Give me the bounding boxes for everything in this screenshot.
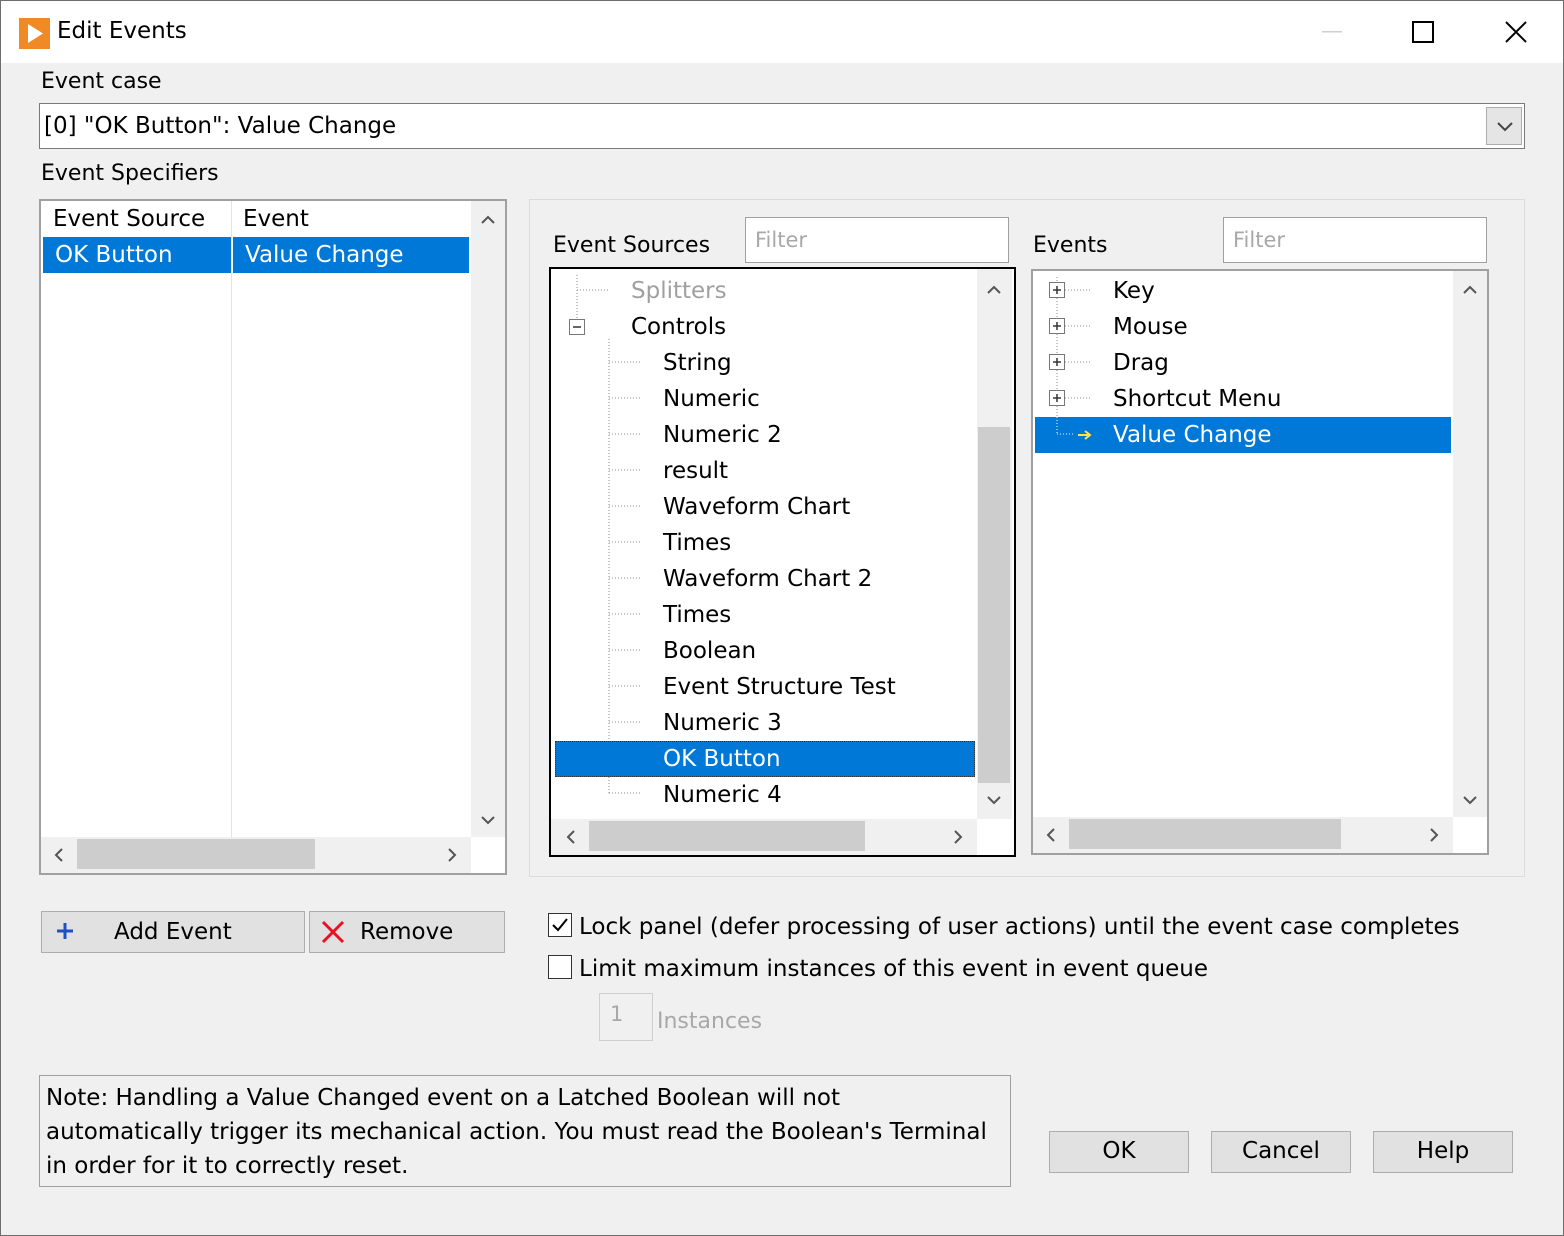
scroll-left-icon bbox=[1046, 828, 1055, 842]
remove-label: Remove bbox=[360, 919, 454, 945]
close-icon bbox=[1505, 21, 1527, 43]
event-sources-label: Event Sources bbox=[553, 233, 711, 258]
expand-icon[interactable] bbox=[1049, 318, 1065, 334]
tree-item-waveform-chart[interactable]: Waveform Chart bbox=[663, 489, 850, 525]
tree-item-event-structure-test[interactable]: Event Structure Test bbox=[663, 669, 896, 705]
specifier-event-cell[interactable]: Value Change bbox=[233, 237, 469, 273]
title-bar: Edit Events bbox=[1, 1, 1563, 63]
scrollbar-thumb[interactable] bbox=[77, 839, 315, 869]
tree-item-times[interactable]: Times bbox=[663, 525, 731, 561]
dropdown-button[interactable] bbox=[1486, 107, 1522, 145]
column-divider bbox=[231, 201, 232, 837]
cancel-button[interactable]: Cancel bbox=[1211, 1131, 1351, 1173]
tree-item-waveform-chart-2[interactable]: Waveform Chart 2 bbox=[663, 561, 872, 597]
event-case-label: Event case bbox=[41, 69, 162, 94]
tree-item-controls[interactable]: Controls bbox=[631, 309, 726, 345]
tree-item-string[interactable]: String bbox=[663, 345, 732, 381]
chevron-down-icon bbox=[1497, 122, 1513, 132]
scroll-down-icon bbox=[987, 796, 1001, 805]
scrollbar-thumb[interactable] bbox=[978, 427, 1010, 783]
scroll-right-icon bbox=[954, 830, 963, 844]
note-line: in order for it to correctly reset. bbox=[46, 1153, 409, 1179]
note-line: Note: Handling a Value Changed event on … bbox=[46, 1085, 840, 1111]
plus-icon bbox=[57, 923, 73, 939]
tree-item-ok-button[interactable]: OK Button bbox=[663, 741, 781, 777]
scroll-right-icon bbox=[448, 848, 457, 862]
arrow-icon bbox=[1078, 430, 1092, 440]
limit-instances-checkbox[interactable] bbox=[548, 955, 572, 979]
add-event-label: Add Event bbox=[114, 919, 232, 945]
remove-button[interactable]: Remove bbox=[309, 911, 505, 953]
event-specifiers-list[interactable]: Event Source Event OK Button Value Chang… bbox=[39, 199, 507, 875]
horizontal-scrollbar[interactable] bbox=[1033, 817, 1453, 853]
vertical-scrollbar[interactable] bbox=[977, 269, 1012, 819]
scroll-up-icon bbox=[1463, 285, 1477, 294]
edit-events-dialog: Edit Events Event case [0] "OK Button": … bbox=[0, 0, 1564, 1236]
scroll-right-icon bbox=[1430, 828, 1439, 842]
horizontal-scrollbar[interactable] bbox=[41, 837, 471, 873]
scroll-left-icon bbox=[54, 848, 63, 862]
event-item-drag[interactable]: Drag bbox=[1113, 345, 1169, 381]
lock-panel-label[interactable]: Lock panel (defer processing of user act… bbox=[579, 912, 1460, 942]
note-box: Note: Handling a Value Changed event on … bbox=[39, 1075, 1011, 1187]
scroll-left-icon bbox=[566, 830, 575, 844]
event-sources-filter[interactable]: Filter bbox=[745, 217, 1009, 263]
labview-run-icon bbox=[19, 18, 50, 49]
scroll-up-icon bbox=[987, 285, 1001, 294]
minimize-button[interactable] bbox=[1285, 1, 1377, 63]
specifier-source-cell[interactable]: OK Button bbox=[43, 237, 231, 273]
tree-item-numeric-4[interactable]: Numeric 4 bbox=[663, 777, 782, 813]
scroll-down-icon bbox=[481, 816, 495, 825]
scroll-down-icon bbox=[1463, 796, 1477, 805]
vertical-scrollbar[interactable] bbox=[1453, 271, 1487, 817]
instances-label: Instances bbox=[657, 1009, 763, 1034]
tree-item-splitters[interactable]: Splitters bbox=[631, 273, 727, 309]
expand-icon[interactable] bbox=[1049, 354, 1065, 370]
scrollbar-thumb[interactable] bbox=[1069, 819, 1341, 849]
add-event-button[interactable]: Add Event bbox=[41, 911, 305, 953]
tree-item-numeric-2[interactable]: Numeric 2 bbox=[663, 417, 782, 453]
column-header-event-source[interactable]: Event Source bbox=[41, 201, 205, 237]
maximize-button[interactable] bbox=[1377, 1, 1469, 63]
close-button[interactable] bbox=[1469, 1, 1561, 63]
vertical-scrollbar[interactable] bbox=[471, 201, 505, 837]
window-title: Edit Events bbox=[57, 18, 187, 44]
event-item-key[interactable]: Key bbox=[1113, 273, 1155, 309]
event-case-select[interactable]: [0] "OK Button": Value Change bbox=[39, 103, 1525, 149]
help-button[interactable]: Help bbox=[1373, 1131, 1513, 1173]
event-specifiers-label: Event Specifiers bbox=[41, 161, 219, 186]
tree-item-times[interactable]: Times bbox=[663, 597, 731, 633]
checkmark-icon bbox=[552, 918, 568, 932]
minimize-icon bbox=[1322, 31, 1342, 33]
lock-panel-checkbox[interactable] bbox=[548, 913, 572, 937]
ok-button[interactable]: OK bbox=[1049, 1131, 1189, 1173]
event-item-shortcut-menu[interactable]: Shortcut Menu bbox=[1113, 381, 1281, 417]
tree-item-numeric-3[interactable]: Numeric 3 bbox=[663, 705, 782, 741]
remove-x-icon bbox=[321, 920, 345, 944]
event-item-value-change[interactable]: Value Change bbox=[1113, 417, 1272, 453]
tree-item-boolean[interactable]: Boolean bbox=[663, 633, 756, 669]
tree-lines bbox=[1056, 277, 1091, 433]
limit-instances-label[interactable]: Limit maximum instances of this event in… bbox=[579, 954, 1208, 984]
event-case-value: [0] "OK Button": Value Change bbox=[44, 113, 397, 139]
tree-item-result[interactable]: result bbox=[663, 453, 728, 489]
column-header-event[interactable]: Event bbox=[231, 201, 309, 237]
horizontal-scrollbar[interactable] bbox=[551, 819, 977, 855]
collapse-icon[interactable] bbox=[569, 319, 585, 335]
expand-icon[interactable] bbox=[1049, 282, 1065, 298]
events-label: Events bbox=[1033, 233, 1108, 258]
scrollbar-thumb[interactable] bbox=[589, 821, 865, 851]
expand-icon[interactable] bbox=[1049, 390, 1065, 406]
events-tree[interactable]: Key Mouse Drag Shortcut Menu Value Chang… bbox=[1031, 269, 1489, 855]
event-item-mouse[interactable]: Mouse bbox=[1113, 309, 1188, 345]
maximize-icon bbox=[1412, 21, 1434, 43]
events-filter[interactable]: Filter bbox=[1223, 217, 1487, 263]
scroll-up-icon bbox=[481, 215, 495, 224]
instances-input[interactable]: 1 bbox=[599, 993, 653, 1041]
tree-item-numeric[interactable]: Numeric bbox=[663, 381, 760, 417]
note-line: automatically trigger its mechanical act… bbox=[46, 1119, 987, 1145]
event-sources-tree[interactable]: Splitters Controls String Numeric Numeri… bbox=[549, 267, 1016, 857]
